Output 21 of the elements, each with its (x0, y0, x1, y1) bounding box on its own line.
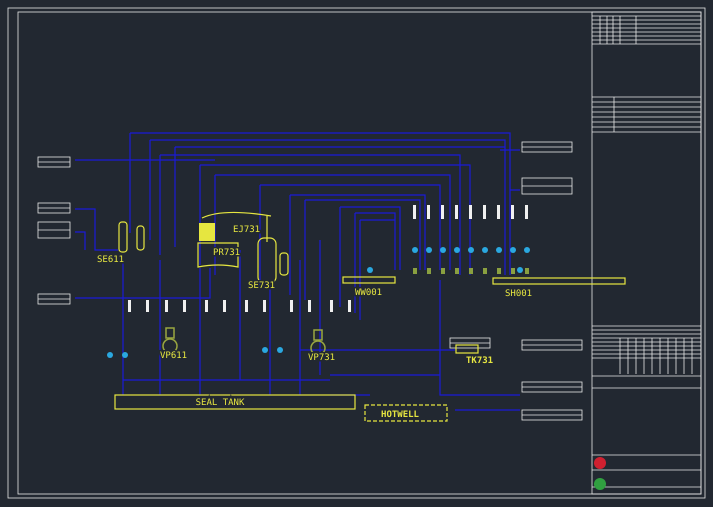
equipment-tag: TK731 (466, 356, 494, 366)
line-label-box (522, 178, 572, 194)
line-label-box (38, 294, 70, 304)
line-label-box (522, 410, 582, 420)
line-label-box (522, 382, 582, 392)
header-drawing (342, 276, 396, 284)
equipment-tag: EJ731 (233, 225, 260, 235)
line-label-box (38, 156, 70, 168)
line-label-box (38, 222, 70, 238)
logo-icon (594, 457, 606, 469)
line-label-box (38, 202, 70, 214)
small-tank-drawing (455, 344, 479, 354)
exchanger-drawing (118, 221, 145, 253)
line-label-box (522, 142, 572, 152)
equipment-tag: SEAL TANK (196, 398, 244, 408)
equipment-tag: SH001 (505, 289, 532, 299)
logo-icon (594, 478, 606, 490)
ejector-drawing (201, 212, 272, 243)
line-label-box (450, 338, 490, 348)
equipment-tag: SE611 (97, 255, 124, 265)
line-label-box (522, 340, 582, 350)
